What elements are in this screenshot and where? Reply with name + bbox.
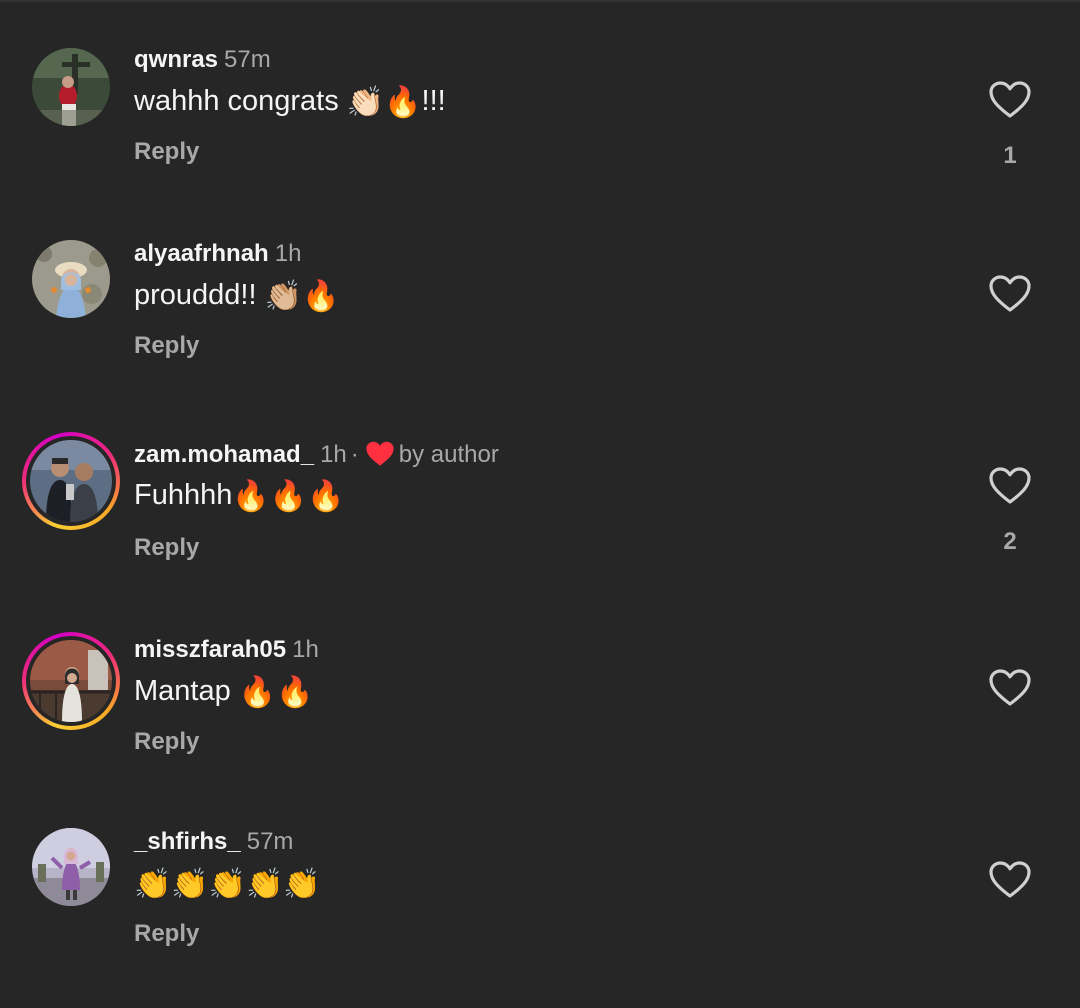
username[interactable]: zam.mohamad_ <box>134 441 314 468</box>
reply-button[interactable]: Reply <box>134 728 199 756</box>
heart-outline-icon <box>989 467 1031 504</box>
heart-outline-icon <box>989 81 1031 118</box>
timestamp: 1h <box>320 441 347 468</box>
reply-button[interactable]: Reply <box>134 332 199 360</box>
fire-emoji: 🔥🔥🔥 <box>232 479 345 514</box>
heart-outline-icon <box>989 669 1031 706</box>
username[interactable]: _shfirhs_ <box>134 828 241 855</box>
comment-text: wahhh congrats 👏🏻🔥!!! <box>134 84 446 120</box>
username[interactable]: alyaafrhnah <box>134 240 269 267</box>
comment-text-body: Fuhhhh <box>134 479 233 511</box>
comment-item: _shfirhs_ 57m 👏👏👏👏👏 Reply <box>0 824 1080 964</box>
timestamp: 57m <box>246 828 294 855</box>
comment-text: Fuhhhh🔥🔥🔥 <box>134 478 344 514</box>
comment-text-suffix: !!! <box>421 85 446 117</box>
avatar <box>30 440 112 522</box>
reply-button[interactable]: Reply <box>134 534 199 562</box>
comment-item: misszfarah05 1h Mantap 🔥🔥 Reply <box>0 632 1080 772</box>
reply-button[interactable]: Reply <box>134 138 199 166</box>
clap-emoji: 👏👏👏👏👏 <box>134 867 321 902</box>
comment-item: zam.mohamad_ 1h · by author Fuhhhh🔥🔥🔥 Reply… <box>0 430 1080 570</box>
like-button[interactable] <box>988 668 1032 708</box>
comment-text: Mantap 🔥🔥 <box>134 674 314 710</box>
username[interactable]: qwnras <box>134 46 218 73</box>
like-button[interactable] <box>988 80 1032 120</box>
heart-outline-icon <box>989 275 1031 312</box>
like-count: 2 <box>1003 528 1017 555</box>
avatar[interactable] <box>32 240 110 318</box>
comment-item: alyaafrhnah 1h prouddd!! 👏🏼🔥 Reply <box>0 234 1080 374</box>
comment-text-body: Mantap <box>134 675 231 707</box>
liked-by-author-label: by author <box>398 441 499 468</box>
avatar[interactable] <box>32 828 110 906</box>
top-divider <box>0 0 1080 2</box>
avatar <box>30 640 112 722</box>
like-button[interactable] <box>988 860 1032 900</box>
timestamp: 57m <box>224 46 271 73</box>
clap-fire-emoji: 👏🏼🔥 <box>264 279 340 314</box>
avatar[interactable] <box>32 48 110 126</box>
like-count: 1 <box>1003 142 1017 169</box>
comment-item: qwnras 57m wahhh congrats 👏🏻🔥!!! Reply 1 <box>0 40 1080 180</box>
timestamp: 1h <box>274 240 302 267</box>
comment-text: 👏👏👏👏👏 <box>134 866 321 902</box>
like-button[interactable] <box>988 466 1032 506</box>
timestamp: 1h <box>292 636 319 663</box>
avatar-story-ring[interactable] <box>22 632 120 730</box>
fire-emoji: 🔥🔥 <box>238 675 314 710</box>
username[interactable]: misszfarah05 <box>134 636 286 663</box>
reply-button[interactable]: Reply <box>134 920 199 948</box>
heart-outline-icon <box>989 861 1031 898</box>
comment-text-body: prouddd!! <box>134 279 257 311</box>
comment-text-body: wahhh congrats <box>134 85 339 117</box>
comment-text: prouddd!! 👏🏼🔥 <box>134 278 339 314</box>
heart-filled-icon <box>366 441 394 466</box>
separator: · <box>350 441 359 468</box>
avatar-story-ring[interactable] <box>22 432 120 530</box>
clap-fire-emoji: 👏🏻🔥 <box>346 85 422 120</box>
like-button[interactable] <box>988 274 1032 314</box>
